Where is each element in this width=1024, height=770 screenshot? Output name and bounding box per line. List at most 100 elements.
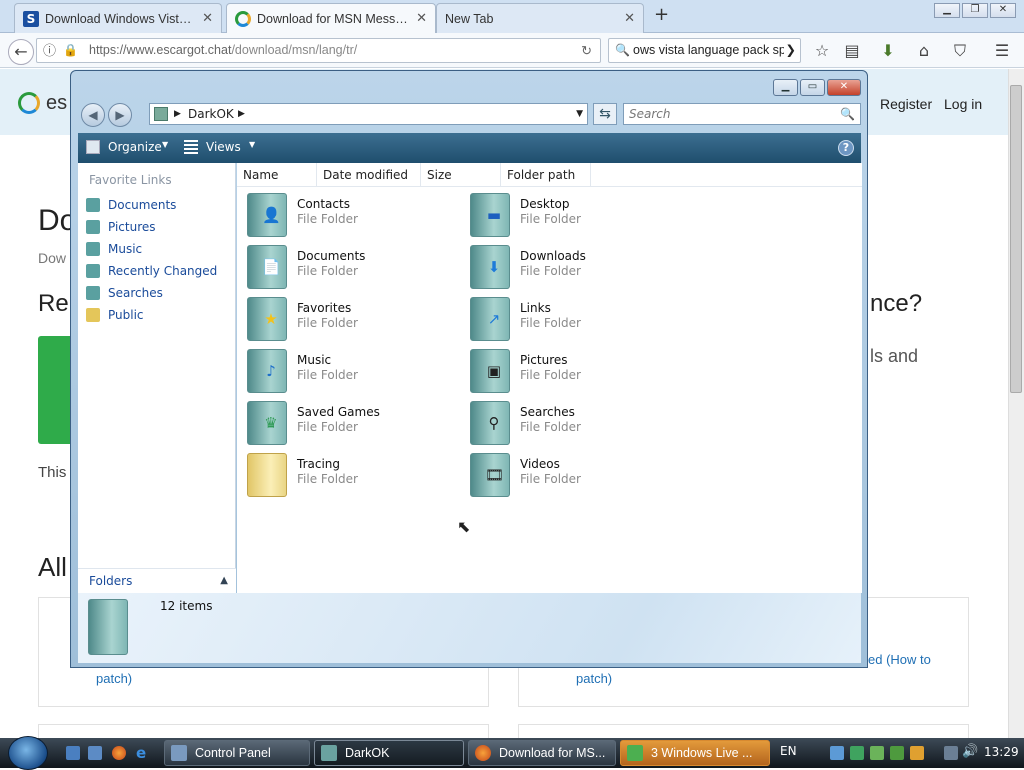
taskbar-darkok[interactable]: DarkOK <box>314 740 464 766</box>
tab-download-windows-vista[interactable]: S Download Windows Vista S... ✕ <box>14 3 222 33</box>
folder-item-contacts[interactable]: 👤 Contacts File Folder <box>245 191 455 239</box>
switch-windows-icon[interactable] <box>88 746 102 760</box>
clock[interactable]: 13:29 <box>984 745 1019 759</box>
folder-item-links[interactable]: ↗ Links File Folder <box>468 295 678 343</box>
organize-menu[interactable]: Organize <box>108 140 162 154</box>
search-icon: 🔍 <box>615 43 630 57</box>
chevron-up-icon[interactable]: ▲ <box>220 569 228 593</box>
explorer-forward-icon[interactable]: ▶ <box>108 103 132 127</box>
tray-app-icon[interactable] <box>910 746 924 760</box>
firefox-icon <box>475 745 491 761</box>
folder-item-pictures[interactable]: ▣ Pictures File Folder <box>468 347 678 395</box>
register-link[interactable]: Register <box>880 96 932 112</box>
refresh-icon[interactable]: ⇆ <box>593 103 617 125</box>
url-bar[interactable]: ⓘ 🔒 https://www.escargot.chat/download/m… <box>36 38 601 63</box>
folder-item-favorites[interactable]: ★ Favorites File Folder <box>245 295 455 343</box>
reload-icon[interactable]: ↻ <box>581 39 592 62</box>
views-chevron-icon[interactable]: ▼ <box>249 140 255 149</box>
folder-item-music[interactable]: ♪ Music File Folder <box>245 347 455 395</box>
downloads-icon[interactable]: ⬇ <box>878 41 898 61</box>
search-icon[interactable]: 🔍 <box>840 104 855 124</box>
go-arrow-icon[interactable]: ❯ <box>783 39 796 62</box>
favorite-link-pictures[interactable]: Pictures <box>86 217 156 237</box>
back-arrow-icon[interactable]: ← <box>8 39 34 65</box>
column-name[interactable]: Name <box>237 163 317 187</box>
explorer-close-button[interactable]: ✕ <box>827 79 861 96</box>
folder-item-searches[interactable]: ⚲ Searches File Folder <box>468 399 678 447</box>
download-button[interactable] <box>38 336 72 444</box>
network-icon[interactable] <box>944 746 958 760</box>
breadcrumb-darkok[interactable]: DarkOK <box>188 104 234 124</box>
folder-item-documents[interactable]: 📄 Documents File Folder <box>245 243 455 291</box>
folder-item-saved-games[interactable]: ♛ Saved Games File Folder <box>245 399 455 447</box>
folder-item-tracing[interactable]: Tracing File Folder <box>245 451 455 499</box>
show-desktop-icon[interactable] <box>66 746 80 760</box>
restore-button[interactable]: ❐ <box>962 3 988 18</box>
explorer-back-icon[interactable]: ◀ <box>81 103 105 127</box>
address-dropdown-icon[interactable]: ▼ <box>576 104 583 124</box>
escargot-favicon-icon <box>235 10 251 27</box>
scrollbar-thumb[interactable] <box>1010 85 1022 393</box>
internet-explorer-icon[interactable]: e <box>136 746 150 761</box>
minimize-button[interactable]: ▁ <box>934 3 960 18</box>
item-name: Searches <box>520 405 575 419</box>
item-name: Pictures <box>520 353 568 367</box>
start-orb-windows-icon[interactable] <box>8 736 48 770</box>
info-icon[interactable]: ⓘ <box>43 39 56 62</box>
taskbar-label: DarkOK <box>345 746 390 760</box>
favorite-link-public[interactable]: Public <box>86 305 144 325</box>
language-indicator[interactable]: EN <box>780 744 797 758</box>
close-window-button[interactable]: ✕ <box>990 3 1016 18</box>
patch-link[interactable]: patch) <box>96 671 132 686</box>
explorer-maximize-button[interactable]: ▭ <box>800 79 825 96</box>
tab-new-tab[interactable]: New Tab ✕ <box>436 3 644 33</box>
patch-link[interactable]: patch) <box>576 671 612 686</box>
videos-folder-icon: 🎞 <box>470 453 510 497</box>
tab-download-msn-messenger[interactable]: Download for MSN Messe... ✕ <box>226 3 436 33</box>
firefox-icon[interactable] <box>112 746 126 760</box>
tab-title: New Tab <box>445 11 494 26</box>
organize-chevron-icon[interactable]: ▼ <box>162 140 168 149</box>
menu-icon[interactable]: ☰ <box>992 41 1012 61</box>
taskbar-control-panel[interactable]: Control Panel <box>164 740 310 766</box>
tray-messenger-icon[interactable] <box>870 746 884 760</box>
tray-messenger-icon[interactable] <box>890 746 904 760</box>
favorite-link-music[interactable]: Music <box>86 239 142 259</box>
close-tab-icon[interactable]: ✕ <box>416 11 427 26</box>
favorite-link-documents[interactable]: Documents <box>86 195 176 215</box>
reader-list-icon[interactable]: ▤ <box>842 41 862 61</box>
folder-item-videos[interactable]: 🎞 Videos File Folder <box>468 451 678 499</box>
close-tab-icon[interactable]: ✕ <box>624 11 635 26</box>
folders-toggle[interactable]: Folders ▲ <box>78 568 236 593</box>
breadcrumb-arrow-icon[interactable]: ▶ <box>238 104 245 124</box>
how-to-link[interactable]: ed (How to <box>868 652 931 667</box>
home-icon[interactable]: ⌂ <box>914 41 934 61</box>
new-tab-button[interactable]: + <box>654 4 669 25</box>
breadcrumb-arrow-icon[interactable]: ▶ <box>174 104 181 124</box>
tray-app-icon[interactable] <box>850 746 864 760</box>
column-folder-path[interactable]: Folder path <box>501 163 591 187</box>
explorer-minimize-button[interactable]: ▁ <box>773 79 798 96</box>
folder-item-downloads[interactable]: ⬇ Downloads File Folder <box>468 243 678 291</box>
folder-item-desktop[interactable]: ▬ Desktop File Folder <box>468 191 678 239</box>
links-folder-icon: ↗ <box>470 297 510 341</box>
column-size[interactable]: Size <box>421 163 501 187</box>
help-icon[interactable]: ? <box>838 140 854 156</box>
column-date-modified[interactable]: Date modified <box>317 163 421 187</box>
explorer-search-input[interactable]: Search 🔍 <box>623 103 861 125</box>
pocket-icon[interactable]: ⛉ <box>950 41 970 61</box>
paragraph-fragment: This <box>38 464 67 481</box>
views-menu[interactable]: Views <box>206 140 241 154</box>
close-tab-icon[interactable]: ✕ <box>202 11 213 26</box>
bookmark-star-icon[interactable]: ☆ <box>812 41 832 61</box>
tray-app-icon[interactable] <box>830 746 844 760</box>
favorite-link-searches[interactable]: Searches <box>86 283 163 303</box>
taskbar-windows-live[interactable]: 3 Windows Live ... <box>620 740 770 766</box>
favorite-link-recently-changed[interactable]: Recently Changed <box>86 261 217 281</box>
login-link[interactable]: Log in <box>944 96 982 112</box>
volume-icon[interactable]: 🔊 <box>962 744 978 759</box>
taskbar-firefox[interactable]: Download for MS... <box>468 740 616 766</box>
search-bar[interactable]: 🔍 ows vista language pack sp2 ❯ <box>608 38 801 63</box>
address-bar[interactable]: ▶ DarkOK ▶ ▼ <box>149 103 588 125</box>
control-panel-icon <box>171 745 187 761</box>
